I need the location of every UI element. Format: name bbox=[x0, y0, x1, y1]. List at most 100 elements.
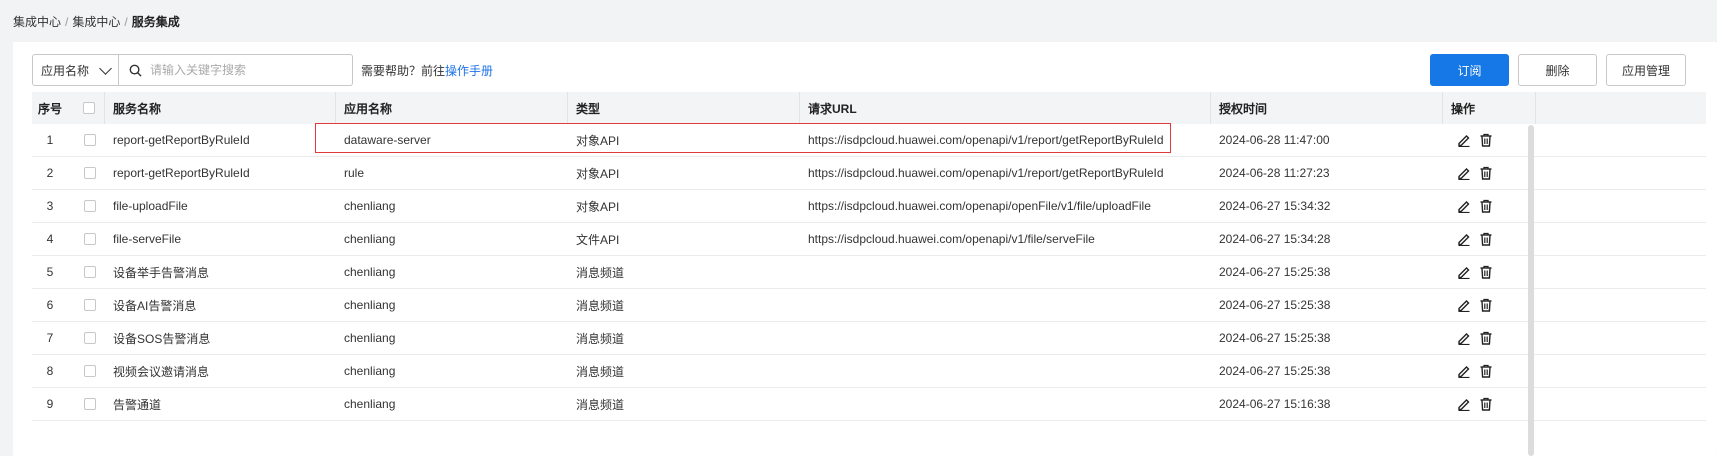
row-ops bbox=[1443, 289, 1536, 321]
row-checkbox[interactable] bbox=[83, 134, 96, 146]
header-checkbox-cell bbox=[74, 92, 105, 124]
row-ops bbox=[1443, 124, 1536, 156]
subscribe-button[interactable]: 订阅 bbox=[1430, 54, 1509, 86]
row-checkbox-cell bbox=[74, 256, 105, 288]
row-checkbox[interactable] bbox=[83, 266, 96, 278]
trash-icon[interactable] bbox=[1479, 298, 1493, 312]
edit-icon[interactable] bbox=[1457, 397, 1471, 411]
row-type: 消息频道 bbox=[576, 364, 625, 379]
row-type: 对象API bbox=[576, 199, 620, 214]
edit-icon[interactable] bbox=[1457, 199, 1471, 213]
table-scrollbar[interactable] bbox=[1528, 125, 1534, 456]
row-app-name: rule bbox=[344, 166, 365, 180]
table-row: 9 告警通道 chenliang 消息频道 2024-06-27 15:16:3… bbox=[32, 388, 1706, 421]
row-checkbox-cell bbox=[74, 322, 105, 354]
row-service-name: 设备举手告警消息 bbox=[113, 265, 210, 280]
row-checkbox[interactable] bbox=[83, 200, 96, 212]
table-row: 4 file-serveFile chenliang 文件API https:/… bbox=[32, 223, 1706, 256]
trash-icon[interactable] bbox=[1479, 199, 1493, 213]
edit-icon[interactable] bbox=[1457, 133, 1471, 147]
trash-icon[interactable] bbox=[1479, 265, 1493, 279]
header-op: 操作 bbox=[1443, 92, 1536, 124]
row-checkbox[interactable] bbox=[83, 332, 96, 344]
row-url: https://isdpcloud.huawei.com/openapi/ope… bbox=[808, 199, 1151, 213]
table-row: 6 设备AI告警消息 chenliang 消息频道 2024-06-27 15:… bbox=[32, 289, 1706, 322]
search-icon bbox=[129, 64, 142, 77]
delete-button[interactable]: 删除 bbox=[1518, 54, 1597, 86]
edit-icon[interactable] bbox=[1457, 166, 1471, 180]
row-url: https://isdpcloud.huawei.com/openapi/v1/… bbox=[808, 166, 1164, 180]
row-app-name: chenliang bbox=[344, 298, 396, 312]
table-header: 序号 服务名称 应用名称 类型 请求URL 授权时间 操作 bbox=[32, 92, 1706, 124]
row-ops bbox=[1443, 322, 1536, 354]
trash-icon[interactable] bbox=[1479, 331, 1493, 345]
row-type: 消息频道 bbox=[576, 265, 625, 280]
edit-icon[interactable] bbox=[1457, 364, 1471, 378]
row-checkbox-cell bbox=[74, 190, 105, 222]
row-ops bbox=[1443, 190, 1536, 222]
row-type: 消息频道 bbox=[576, 397, 625, 412]
trash-icon[interactable] bbox=[1479, 133, 1493, 147]
row-url bbox=[800, 355, 1211, 387]
row-app-name: dataware-server bbox=[344, 133, 431, 147]
header-url[interactable]: 请求URL bbox=[800, 92, 1211, 124]
row-type: 对象API bbox=[576, 133, 620, 148]
field-select[interactable]: 应用名称 bbox=[32, 54, 119, 86]
row-ops bbox=[1443, 355, 1536, 387]
row-service-name: report-getReportByRuleId bbox=[113, 166, 250, 180]
header-type[interactable]: 类型 bbox=[568, 92, 800, 124]
row-url bbox=[800, 322, 1211, 354]
edit-icon[interactable] bbox=[1457, 331, 1471, 345]
edit-icon[interactable] bbox=[1457, 298, 1471, 312]
row-checkbox[interactable] bbox=[83, 365, 96, 377]
row-no: 6 bbox=[46, 298, 54, 312]
row-service-name: 设备AI告警消息 bbox=[113, 298, 197, 313]
row-time: 2024-06-27 15:34:32 bbox=[1219, 199, 1331, 213]
row-type: 消息频道 bbox=[576, 298, 625, 313]
row-url: https://isdpcloud.huawei.com/openapi/v1/… bbox=[808, 232, 1095, 246]
row-type: 文件API bbox=[576, 232, 620, 247]
breadcrumb-item[interactable]: 集成中心 bbox=[72, 15, 120, 29]
row-app-name: chenliang bbox=[344, 265, 396, 279]
header-app[interactable]: 应用名称 bbox=[336, 92, 568, 124]
row-checkbox[interactable] bbox=[83, 233, 96, 245]
search-input[interactable] bbox=[150, 63, 340, 77]
table-row: 8 视频会议邀请消息 chenliang 消息频道 2024-06-27 15:… bbox=[32, 355, 1706, 388]
header-time[interactable]: 授权时间 bbox=[1211, 92, 1443, 124]
manual-link[interactable]: 操作手册 bbox=[445, 64, 493, 78]
row-checkbox[interactable] bbox=[83, 398, 96, 410]
row-url bbox=[800, 388, 1211, 420]
edit-icon[interactable] bbox=[1457, 232, 1471, 246]
row-ops bbox=[1443, 157, 1536, 189]
trash-icon[interactable] bbox=[1479, 364, 1493, 378]
trash-icon[interactable] bbox=[1479, 397, 1493, 411]
row-no: 3 bbox=[46, 199, 54, 213]
trash-icon[interactable] bbox=[1479, 166, 1493, 180]
app-manage-button[interactable]: 应用管理 bbox=[1606, 54, 1686, 86]
row-service-name: file-serveFile bbox=[113, 232, 182, 246]
header-name[interactable]: 服务名称 bbox=[105, 92, 336, 124]
row-service-name: 视频会议邀请消息 bbox=[113, 364, 210, 379]
row-no: 1 bbox=[46, 133, 54, 147]
row-checkbox-cell bbox=[74, 223, 105, 255]
select-all-checkbox[interactable] bbox=[83, 102, 95, 114]
table-row: 5 设备举手告警消息 chenliang 消息频道 2024-06-27 15:… bbox=[32, 256, 1706, 289]
row-type: 消息频道 bbox=[576, 331, 625, 346]
service-table: 序号 服务名称 应用名称 类型 请求URL 授权时间 操作 1 report-g… bbox=[32, 92, 1706, 421]
main-card: 应用名称 需要帮助？前往操作手册 订阅 删除 应用管理 序号 服务名称 应用名称… bbox=[13, 42, 1717, 456]
row-ops bbox=[1443, 223, 1536, 255]
field-select-value: 应用名称 bbox=[41, 63, 90, 78]
row-service-name: report-getReportByRuleId bbox=[113, 133, 250, 147]
row-ops bbox=[1443, 256, 1536, 288]
row-no: 8 bbox=[46, 364, 54, 378]
breadcrumb-item[interactable]: 集成中心 bbox=[13, 15, 61, 29]
row-app-name: chenliang bbox=[344, 199, 396, 213]
row-checkbox[interactable] bbox=[83, 167, 96, 179]
edit-icon[interactable] bbox=[1457, 265, 1471, 279]
breadcrumb-current: 服务集成 bbox=[131, 15, 180, 29]
breadcrumb: 集成中心 / 集成中心 / 服务集成 bbox=[13, 15, 180, 29]
help-text: 需要帮助？前往操作手册 bbox=[361, 63, 494, 78]
row-time: 2024-06-27 15:25:38 bbox=[1219, 364, 1331, 378]
row-checkbox[interactable] bbox=[83, 299, 96, 311]
trash-icon[interactable] bbox=[1479, 232, 1493, 246]
